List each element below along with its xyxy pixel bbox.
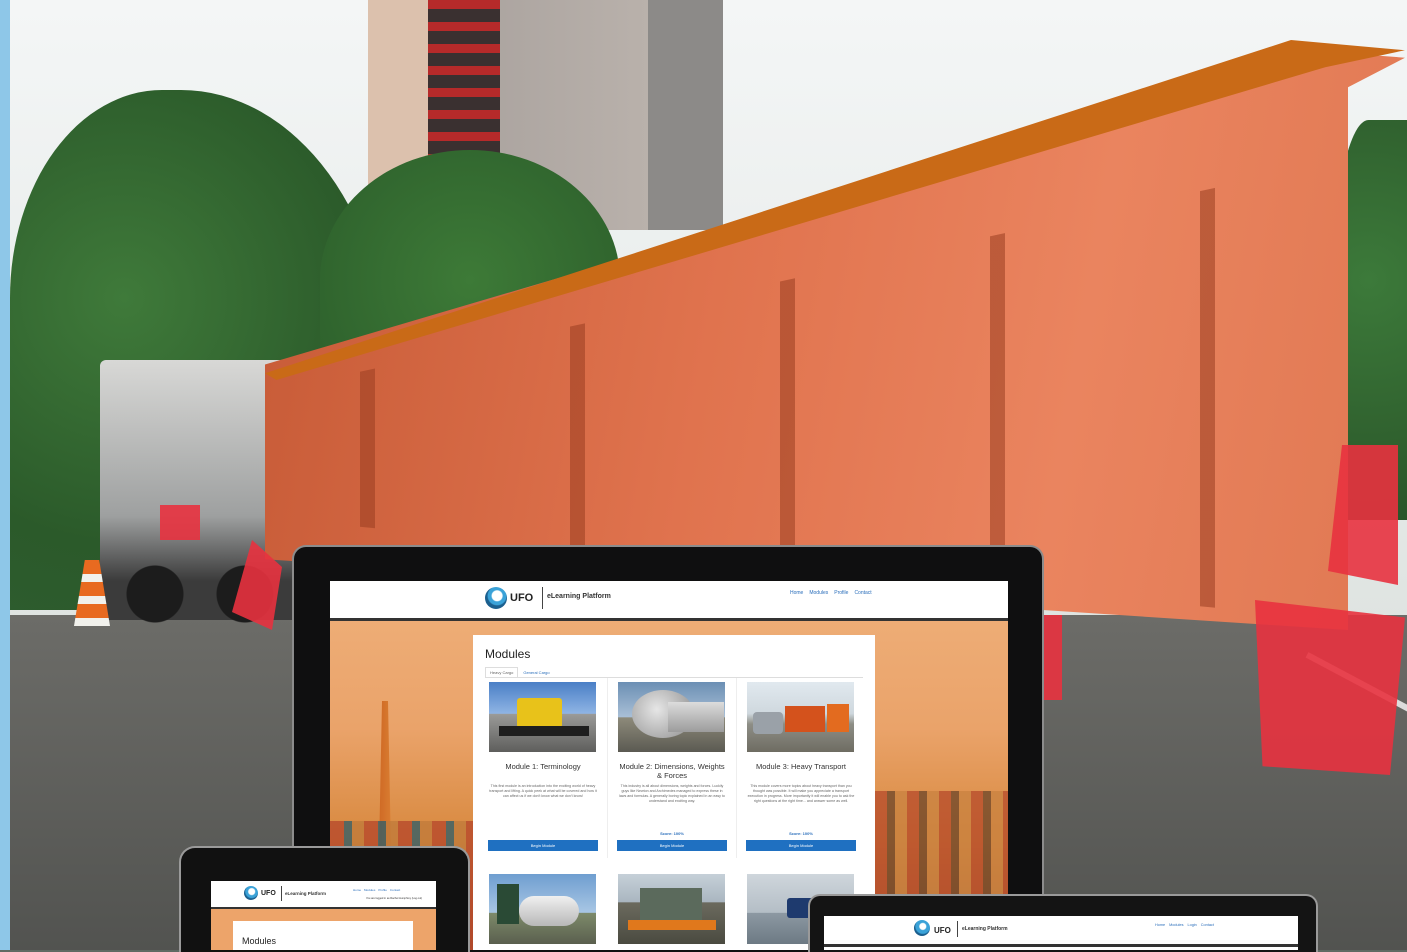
module-image-terminology [489,682,596,752]
nav-contact-link[interactable]: Contact [854,590,871,596]
nav-home-link[interactable]: Home [1155,923,1165,927]
nav-modules-link[interactable]: Modules [809,590,828,596]
module-title: Module 3: Heavy Transport [755,762,847,771]
laptop-screen: UFO eLearning Platform Home Modules Logi… [824,916,1298,950]
module-description: This first module is an introduction int… [489,784,597,798]
module-cards: Module 1: Terminology This first module … [485,677,863,950]
tablet-app-header: UFO eLearning Platform Home Modules Prof… [211,881,436,909]
begin-module-button[interactable]: Begin Module [488,840,598,851]
tower-windows [428,0,500,175]
ufo-logo-icon[interactable] [244,886,258,900]
platform-title: eLearning Platform [962,926,1008,932]
module-card: Module 3: Heavy Transport This module co… [743,678,865,858]
ufo-logo-icon[interactable] [914,920,930,936]
module-card: Module 2: Dimensions, Weights & Forces T… [614,678,737,858]
module-card: Module 1: Terminology This first module … [485,678,608,858]
tablet-modules-panel: Modules [233,921,413,950]
nav-modules-link[interactable]: Modules [364,888,375,892]
logo-text[interactable]: UFO [510,592,533,604]
main-nav: Home Modules Profile Contact [790,590,872,596]
module-image-heavy-transport [747,682,854,752]
module-title: Module 1: Terminology [505,762,581,771]
module-image-dimensions [618,682,725,752]
platform-title: eLearning Platform [285,891,327,896]
nav-profile-link[interactable]: Profile [834,590,848,596]
module-score: Score: 100% [660,831,684,836]
logo-divider [957,921,958,937]
module-score: Score: 100% [789,831,813,836]
header-underline [824,944,1298,947]
begin-module-button[interactable]: Begin Module [746,840,856,851]
page-title: Modules [485,647,531,661]
platform-title: eLearning Platform [547,593,611,600]
nav-home-link[interactable]: Home [353,888,361,892]
login-status: You are logged in as Rachel Humphrey (Lo… [366,897,423,900]
nav-modules-link[interactable]: Modules [1169,923,1183,927]
module-description: This industry is all about dimensions, w… [619,784,725,803]
laptop-nav: Home Modules Login Contact [1155,923,1214,927]
module-image-row2-2 [618,874,725,944]
nav-contact-link[interactable]: Contact [390,888,400,892]
page-title: Modules [242,936,277,946]
module-description: This module covers more topics about hea… [747,784,855,803]
red-flag [160,505,200,540]
red-flag [1255,600,1405,775]
nav-profile-link[interactable]: Profile [378,888,387,892]
nav-login-link[interactable]: Login [1188,923,1197,927]
module-image-row2-1 [489,874,596,944]
module-title: Module 2: Dimensions, Weights & Forces [619,762,725,780]
logo-text[interactable]: UFO [261,890,276,897]
ufo-logo-icon[interactable] [485,587,507,609]
nav-contact-link[interactable]: Contact [1201,923,1214,927]
logo-text[interactable]: UFO [934,926,951,935]
left-accent-bar [0,0,10,950]
logo-divider [281,886,282,901]
logo-divider [542,587,543,609]
tablet-nav: Home Modules Profile Contact [353,888,400,892]
app-header: UFO eLearning Platform Home Modules Prof… [330,581,1008,621]
tablet-screen: UFO eLearning Platform Home Modules Prof… [211,881,436,950]
begin-module-button[interactable]: Begin Module [617,840,727,851]
nav-home-link[interactable]: Home [790,590,803,596]
